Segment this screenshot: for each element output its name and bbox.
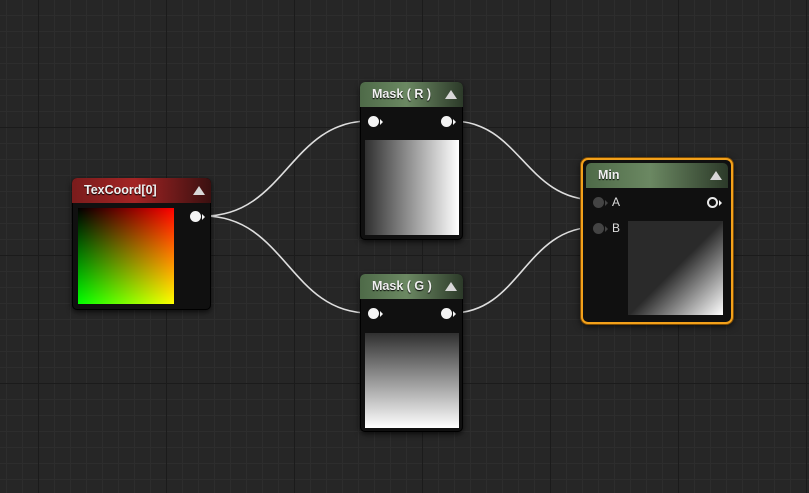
min-node-title: Min: [598, 168, 620, 182]
collapse-triangle-icon[interactable]: [445, 90, 457, 99]
texcoord-node-header[interactable]: TexCoord[0]: [72, 178, 211, 203]
mask-r-input-pin[interactable]: [368, 116, 383, 127]
mask-g-output-pin[interactable]: [441, 308, 456, 319]
mask-r-node-title: Mask ( R ): [372, 87, 432, 101]
collapse-triangle-icon[interactable]: [193, 186, 205, 195]
min-input-label-a: A: [612, 195, 621, 209]
wire-texcoord-to-mask-r[interactable]: [203, 120, 370, 217]
mask-g-preview: [365, 333, 459, 428]
min-node[interactable]: Min A B: [581, 158, 733, 324]
texcoord-preview: [78, 208, 174, 304]
wire-texcoord-to-mask-g[interactable]: [203, 215, 370, 314]
mask-g-node-header[interactable]: Mask ( G ): [360, 274, 463, 299]
mask-r-node-header[interactable]: Mask ( R ): [360, 82, 463, 107]
texcoord-output-pin[interactable]: [190, 211, 205, 222]
texcoord-node-title: TexCoord[0]: [84, 183, 157, 197]
collapse-triangle-icon[interactable]: [710, 171, 722, 180]
min-input-pin-b[interactable]: [593, 223, 608, 234]
material-graph-canvas[interactable]: TexCoord[0] Mask ( R ) Mask ( G ) Min A …: [0, 0, 809, 493]
min-output-pin[interactable]: [707, 197, 722, 208]
min-input-pin-a[interactable]: [593, 197, 608, 208]
mask-r-preview: [365, 140, 459, 235]
mask-r-node[interactable]: Mask ( R ): [360, 82, 463, 240]
mask-r-output-pin[interactable]: [441, 116, 456, 127]
texcoord-node[interactable]: TexCoord[0]: [72, 178, 211, 310]
mask-g-node[interactable]: Mask ( G ): [360, 274, 463, 432]
mask-g-node-title: Mask ( G ): [372, 279, 432, 293]
wire-mask-g-to-min-b[interactable]: [451, 226, 597, 314]
min-preview: [628, 221, 723, 315]
min-node-header[interactable]: Min: [586, 163, 728, 188]
wire-mask-r-to-min-a[interactable]: [451, 120, 597, 201]
collapse-triangle-icon[interactable]: [445, 282, 457, 291]
min-input-label-b: B: [612, 221, 621, 235]
mask-g-input-pin[interactable]: [368, 308, 383, 319]
